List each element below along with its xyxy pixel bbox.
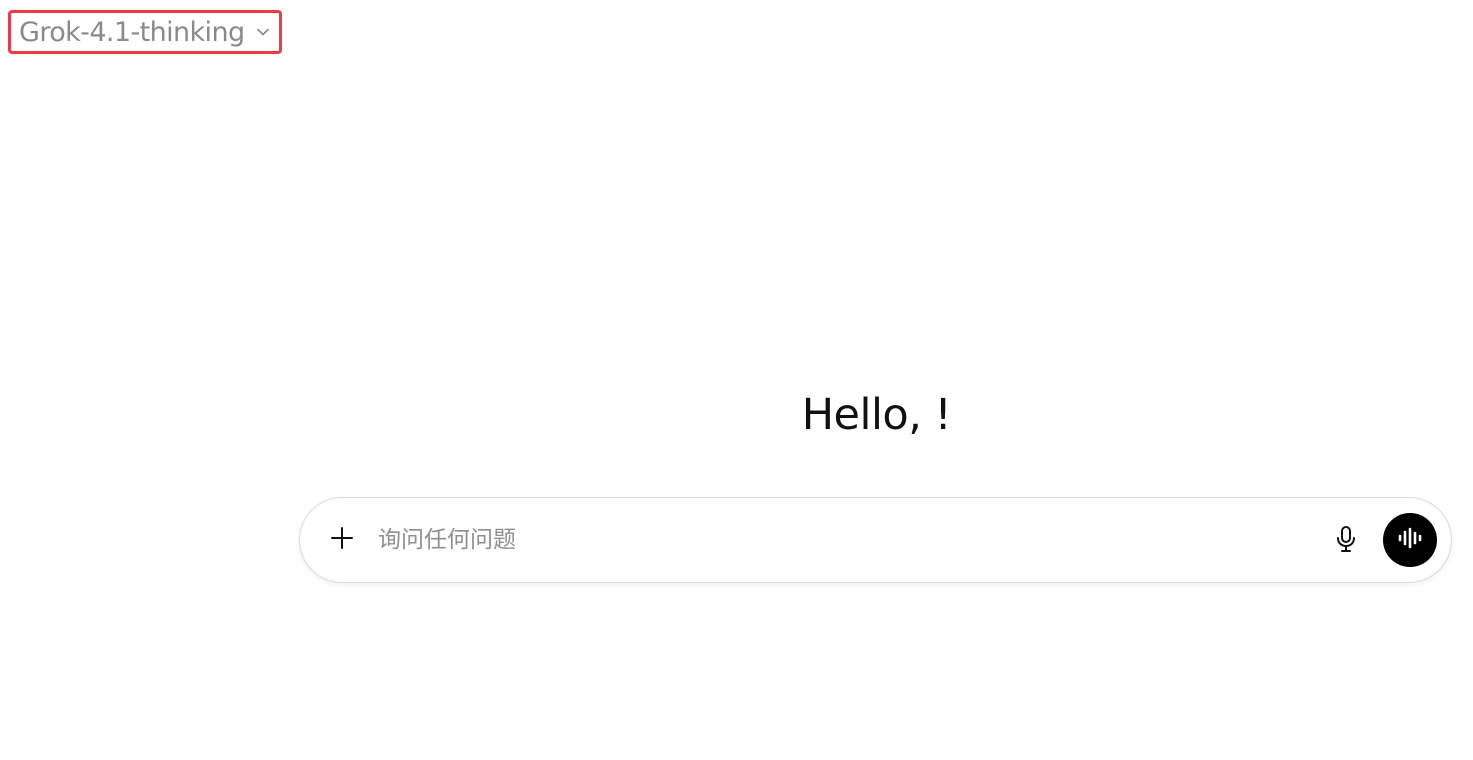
add-attachment-button[interactable] — [326, 524, 358, 556]
page: Grok-4.1-thinking Hello, ! — [0, 0, 1473, 760]
plus-icon — [329, 525, 355, 555]
voice-mode-button[interactable] — [1383, 513, 1437, 567]
microphone-icon — [1334, 525, 1358, 557]
microphone-button[interactable] — [1330, 525, 1362, 557]
chevron-down-icon — [255, 24, 271, 40]
model-selector[interactable]: Grok-4.1-thinking — [8, 10, 282, 54]
voice-waveform-icon — [1397, 527, 1423, 553]
chat-composer — [299, 497, 1452, 583]
model-name: Grok-4.1-thinking — [19, 16, 245, 48]
greeting-heading: Hello, ! — [801, 390, 952, 440]
prompt-input[interactable] — [378, 522, 1278, 558]
